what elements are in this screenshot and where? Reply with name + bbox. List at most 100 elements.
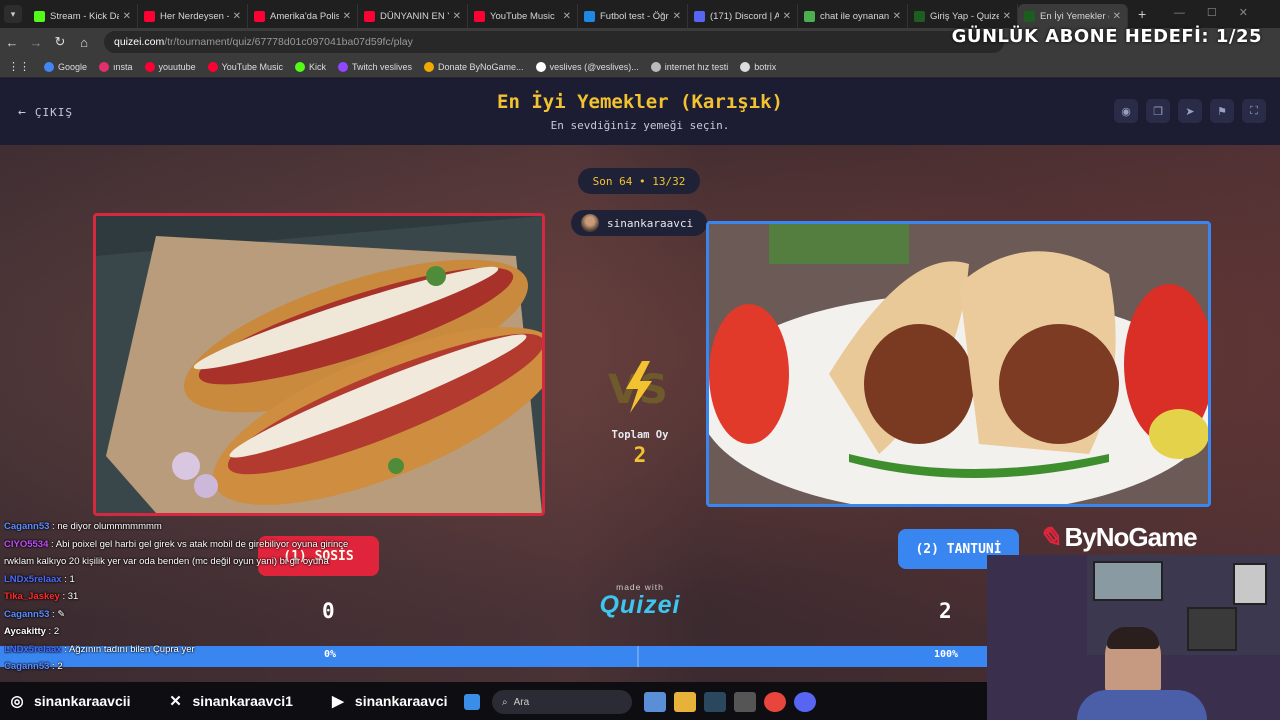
chat-separator: : [59, 591, 68, 602]
apps-icon[interactable]: ⋮⋮ [8, 60, 30, 73]
home-icon[interactable]: ⌂ [72, 35, 96, 50]
folder-icon[interactable] [674, 692, 696, 712]
bookmark-favicon-icon [207, 61, 218, 72]
back-icon[interactable]: ← [0, 35, 24, 50]
url-host: quizei.com [114, 36, 165, 48]
new-tab-button[interactable]: + [1138, 6, 1146, 22]
window-controls[interactable]: —☐✕ [1174, 6, 1270, 19]
quiz-subtitle: En sevdiğiniz yemeği seçin. [550, 119, 730, 132]
stream-chat: Cagann53 : ne diyor olummmmmmm CIYO5534 :… [4, 518, 384, 676]
browser-tab[interactable]: Her Nerdeysen - Y ✕ [138, 4, 248, 28]
tab-label: Giriş Yap - Quizei [930, 10, 999, 22]
chat-username[interactable]: Aycakitty [4, 626, 46, 637]
tab-search-icon[interactable]: ▾ [4, 5, 22, 23]
tab-favicon-icon [804, 10, 815, 22]
browser-tab[interactable]: Amerika'da Polis ✕ [248, 4, 358, 28]
bookmark-item[interactable]: internet hız testi [650, 61, 728, 72]
bookmark-item[interactable]: Kick [294, 61, 326, 72]
steam-icon[interactable] [704, 692, 726, 712]
chat-message: Aycakitty : 2 [4, 623, 384, 641]
chat-message: CIYO5534 : Abi poixel gel harbi gel gire… [4, 536, 384, 554]
total-votes-label: Toplam Oy [611, 429, 669, 441]
forward-icon[interactable]: → [24, 35, 48, 50]
sponsor-name: ByNoGame [1064, 522, 1197, 552]
youtube-handle: ▶ sinankaraavci [329, 692, 447, 710]
bookmark-item[interactable]: veslives (@veslives)... [535, 61, 639, 72]
chat-username[interactable]: LNDx5relaax [4, 574, 62, 585]
browser-tab[interactable]: chat ile oynanan o ✕ [798, 4, 908, 28]
tab-favicon-icon [144, 10, 155, 22]
close-tab-icon[interactable]: ✕ [783, 11, 791, 22]
bookmark-favicon-icon [99, 61, 110, 72]
browser-tab[interactable]: DÜNYANIN EN YA ✕ [358, 4, 468, 28]
chat-text: 31 [67, 591, 79, 602]
bookmark-label: youutube [158, 61, 196, 72]
browser-tab[interactable]: Futbol test - Öğre ✕ [578, 4, 688, 28]
fullscreen-icon[interactable]: ⛶ [1242, 99, 1266, 123]
discord-icon[interactable] [794, 692, 816, 712]
browser-tab-bar: ▾ Stream - Kick Das✕Her Nerdeysen - Y✕Am… [0, 0, 1280, 28]
chat-message: Cagann53 : ne diyor olummmmmmm [4, 518, 384, 536]
chat-text: 1 [69, 573, 75, 585]
progress-divider [637, 646, 639, 667]
tab-favicon-icon [254, 10, 265, 22]
chat-message: LNDx5relaax : 1 [4, 571, 384, 589]
sponsor-logo: ✎ ByNoGame [1038, 521, 1198, 554]
send-icon[interactable]: ➤ [1178, 99, 1202, 123]
option-right-votes: 2 [939, 599, 952, 623]
bookmark-item[interactable]: Twitch veslives [337, 61, 412, 72]
taskbar-search[interactable]: ⌕ Ara [492, 690, 632, 714]
eye-icon[interactable]: ◉ [1114, 99, 1138, 123]
url-field[interactable]: quizei.com/tr/tournament/quiz/67778d01c0… [104, 31, 1004, 53]
quiz-toolbar: ◉ ❐ ➤ ⚑ ⛶ [1106, 99, 1266, 123]
chat-text: 2 [57, 661, 63, 672]
chat-username[interactable]: CIYO5534 [4, 539, 48, 550]
close-tab-icon[interactable]: ✕ [453, 11, 461, 22]
tab-label: Amerika'da Polis [270, 10, 339, 22]
vs-icon: VS [608, 361, 668, 413]
bookmark-item[interactable]: botrix [740, 61, 776, 72]
app-icon[interactable] [734, 692, 756, 712]
close-tab-icon[interactable]: ✕ [343, 11, 351, 22]
bookmark-item[interactable]: Google [44, 61, 88, 72]
close-tab-icon[interactable]: ✕ [1003, 11, 1011, 22]
chat-username[interactable]: Cagann53 [4, 521, 49, 532]
flag-icon[interactable]: ⚑ [1210, 99, 1234, 123]
bookmark-item[interactable]: YouTube Music [207, 61, 283, 72]
url-path: /tr/tournament/quiz/67778d01c097041ba07d… [164, 36, 413, 48]
chat-username[interactable]: Tika_Jaskey [4, 591, 60, 602]
close-tab-icon[interactable]: ✕ [233, 11, 241, 22]
wall-frame [1187, 607, 1237, 651]
browser-tab[interactable]: Stream - Kick Das ✕ [28, 4, 138, 28]
browser-tab[interactable]: En İyi Yemekler (K ✕ [1018, 4, 1128, 28]
bookmark-item[interactable]: Donate ByNoGame... [424, 61, 524, 72]
copy-icon[interactable]: ❐ [1146, 99, 1170, 123]
chat-message: rwklam kalkıyo 20 kişilik yer var oda be… [4, 553, 384, 571]
chat-username[interactable]: Cagann53 [4, 609, 49, 620]
chat-text: ✎ [57, 608, 66, 620]
close-tab-icon[interactable]: ✕ [563, 11, 571, 22]
bookmark-item[interactable]: ınsta [99, 61, 133, 72]
webcam-feed [987, 555, 1280, 720]
chat-text: ne diyor olummmmmmm [57, 521, 162, 532]
option-left-image[interactable] [93, 213, 545, 516]
chat-username[interactable]: LNDx5relaax [4, 644, 62, 655]
chrome-icon[interactable] [764, 692, 786, 712]
close-tab-icon[interactable]: ✕ [673, 11, 681, 22]
close-tab-icon[interactable]: ✕ [1113, 11, 1121, 22]
bookmark-label: ınsta [113, 61, 133, 72]
start-icon[interactable] [464, 694, 480, 710]
x-icon: ✕ [169, 693, 182, 710]
chat-username[interactable]: Cagann53 [4, 661, 49, 672]
reload-icon[interactable]: ↻ [48, 34, 72, 50]
total-votes-value: 2 [633, 443, 647, 467]
browser-tab[interactable]: Giriş Yap - Quizei ✕ [908, 4, 1018, 28]
close-tab-icon[interactable]: ✕ [893, 11, 901, 22]
creator-badge[interactable]: sinankaraavci [571, 210, 707, 236]
close-tab-icon[interactable]: ✕ [123, 11, 131, 22]
bookmark-item[interactable]: youutube [144, 61, 196, 72]
browser-tab[interactable]: YouTube Music ✕ [468, 4, 578, 28]
browser-tab[interactable]: (171) Discord | Ad ✕ [688, 4, 798, 28]
bookmark-label: Google [58, 61, 88, 72]
photos-icon[interactable] [644, 692, 666, 712]
